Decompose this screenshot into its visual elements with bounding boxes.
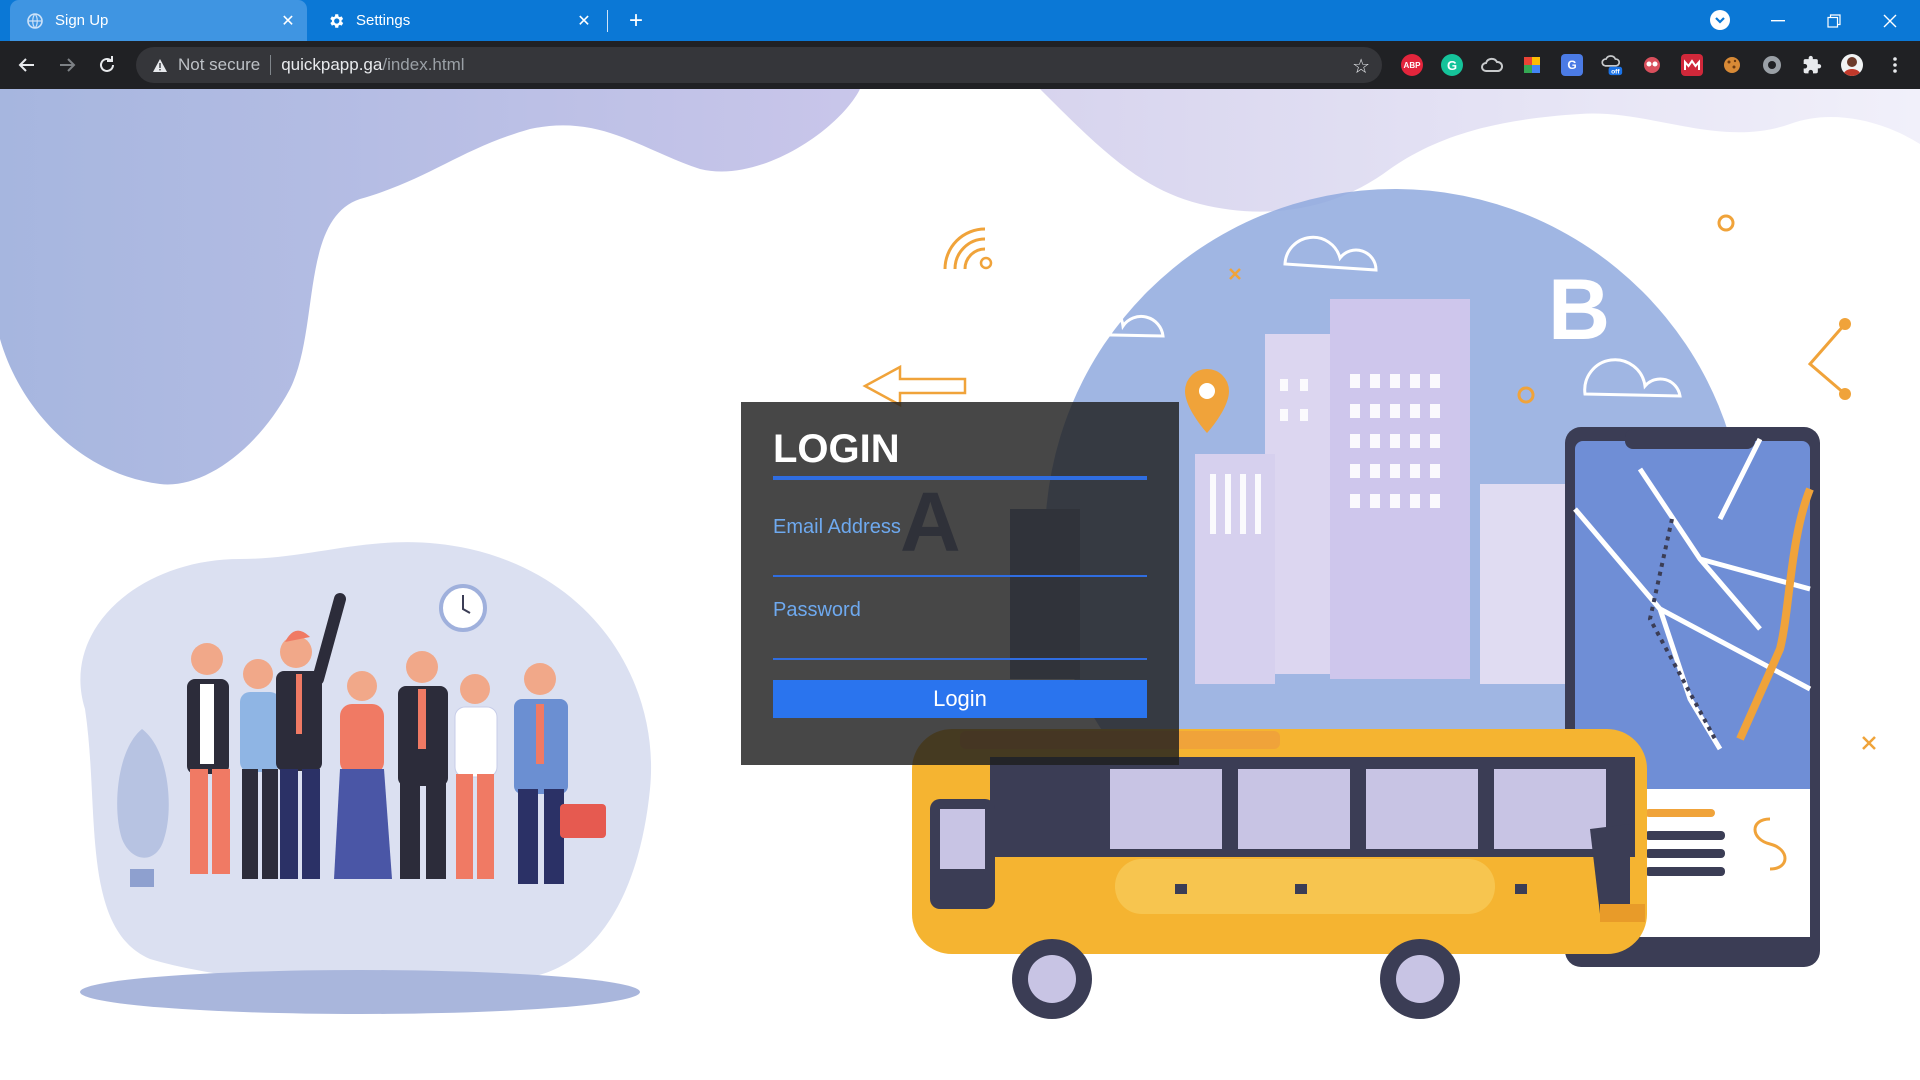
cookie-icon[interactable] (1721, 54, 1743, 76)
minimize-icon[interactable] (1750, 0, 1806, 41)
letter-b: B (1548, 262, 1610, 358)
url-path: /index.html (382, 55, 465, 74)
title-underline (773, 476, 1147, 480)
record-icon[interactable] (1761, 54, 1783, 76)
password-label: Password (773, 599, 861, 621)
more-menu-icon[interactable] (1880, 51, 1910, 79)
arrow-deco (862, 364, 967, 408)
login-card: LOGIN Email Address Password Login (741, 402, 1179, 765)
tab-settings[interactable]: Settings ✕ (311, 0, 603, 41)
grammarly-icon[interactable]: G (1441, 54, 1463, 76)
mask-icon[interactable] (1641, 54, 1663, 76)
bookmark-star-icon[interactable]: ☆ (1352, 54, 1370, 79)
back-icon[interactable] (12, 51, 42, 79)
close-tab-icon[interactable]: ✕ (277, 10, 299, 32)
close-window-icon[interactable] (1862, 0, 1918, 41)
restore-icon[interactable] (1806, 0, 1862, 41)
address-divider (270, 55, 272, 75)
building (1480, 484, 1570, 684)
deco-ring (1717, 214, 1735, 232)
globe-icon (26, 12, 44, 30)
new-tab-button[interactable]: + (622, 7, 650, 35)
puzzle-extensions-icon[interactable] (1801, 54, 1823, 76)
url-host: quickpapp.ga (281, 55, 383, 74)
login-button[interactable]: Login (773, 680, 1147, 718)
adblock-plus-icon[interactable]: ABP (1401, 54, 1423, 76)
color-extension-icon[interactable] (1521, 54, 1543, 76)
translate-icon[interactable]: G (1561, 54, 1583, 76)
wifi-signal (943, 227, 986, 270)
page-viewport: B LOGIN Email Address Password Login (0, 89, 1920, 1080)
tab-title: Settings (356, 12, 411, 29)
ground-shadow (80, 970, 640, 1014)
gear-icon (327, 12, 345, 30)
close-tab-icon[interactable]: ✕ (573, 10, 595, 32)
email-label: Email Address (773, 516, 901, 538)
abp-label: ABP (1403, 60, 1421, 70)
email-field[interactable] (773, 543, 1147, 577)
building (1330, 299, 1470, 679)
tab-divider (607, 10, 608, 32)
reload-icon[interactable] (92, 51, 122, 79)
building (1195, 454, 1275, 684)
browser-toolbar: Not secure quickpapp.ga/index.html ☆ ABP… (0, 41, 1920, 89)
off-badge-text: off (1611, 68, 1620, 75)
tab-sign-up[interactable]: Sign Up ✕ (10, 0, 307, 41)
mendeley-icon[interactable] (1681, 54, 1703, 76)
browser-tab-bar: Sign Up ✕ Settings ✕ + (0, 0, 1920, 41)
top-left-blob (0, 89, 860, 485)
tab-search-icon[interactable] (1710, 10, 1730, 30)
address-bar[interactable]: Not secure quickpapp.ga/index.html ☆ (136, 47, 1382, 83)
security-status: Not secure (178, 55, 261, 74)
login-title: LOGIN (773, 427, 900, 471)
top-right-blob (1040, 89, 1920, 212)
cloud-extension-icon[interactable] (1481, 54, 1503, 76)
profile-avatar[interactable] (1841, 54, 1863, 76)
weather-off-icon[interactable]: off (1601, 54, 1623, 76)
forward-icon[interactable] (52, 51, 82, 79)
password-field[interactable] (773, 626, 1147, 660)
tab-title: Sign Up (55, 12, 109, 29)
warning-icon[interactable] (150, 58, 170, 73)
share-icon-deco (1807, 323, 1847, 396)
